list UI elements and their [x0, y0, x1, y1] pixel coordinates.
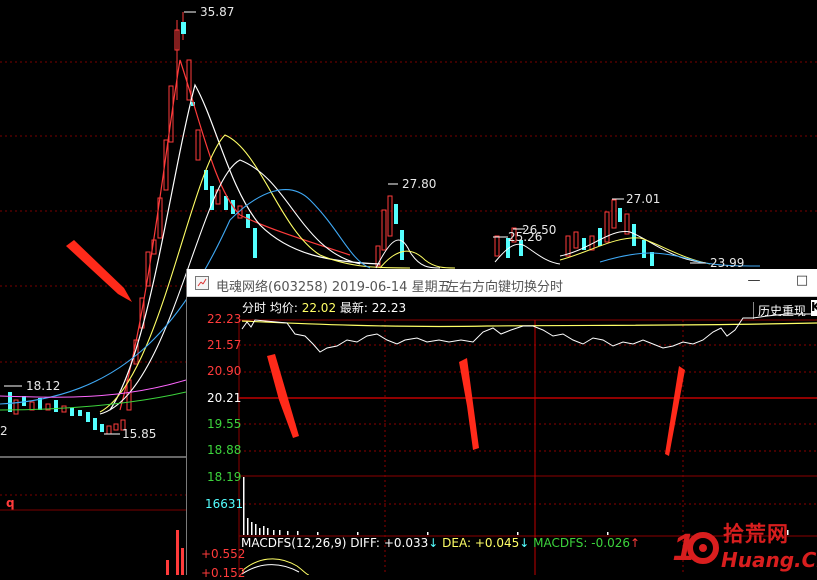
price-axis-3: 20.90 — [207, 364, 242, 378]
ma-right-white — [559, 231, 701, 263]
arrow-main-chart — [66, 240, 132, 302]
volume-axis: 16631 — [205, 497, 244, 511]
label-peak2: 27.80 — [402, 177, 437, 191]
price-axis-5: 19.55 — [207, 417, 242, 431]
popup-titlebar[interactable]: 电魂网络(603258) 2019-06-14 星期五 左右方向键切换分时 — … — [187, 269, 817, 297]
down-arrow-icon: ↓ — [519, 536, 530, 550]
minimize-button[interactable]: — — [743, 273, 765, 291]
macd-curve — [241, 558, 310, 575]
stock-chart-screen: 35.87 27.80 26.50 25.26 27.01 23.99 18.1… — [0, 0, 817, 579]
price-axis-4: 20.21 — [207, 391, 242, 405]
sub-panel-tag: q — [6, 496, 15, 510]
watermark-gear-icon: 1 — [673, 527, 719, 569]
watermark-logo: 1 拾荒网 Huang.CN — [673, 522, 817, 575]
price-axis-7: 18.19 — [207, 470, 242, 484]
macd-diff-label: DIFF: — [350, 536, 380, 550]
maximize-button[interactable]: □ — [791, 273, 813, 291]
label-high-peak: 35.87 — [200, 5, 235, 19]
macd-legend: MACDFS(12,26,9) DIFF: +0.033↓ DEA: +0.04… — [241, 537, 640, 549]
label-price-right: 23.99 — [710, 256, 745, 270]
volume-bars-left — [166, 530, 184, 575]
annotation-arrows — [66, 240, 132, 302]
macd-diff-value: +0.033 — [383, 536, 429, 550]
down-arrow-icon: ↓ — [428, 536, 439, 550]
label-left-cut: 2 — [0, 424, 8, 438]
macd-axis-bottom: +0.152 — [201, 566, 246, 580]
up-arrow-icon: ↑ — [629, 536, 641, 550]
watermark-cn: 拾荒网 — [723, 522, 789, 546]
label-peak3b: 25.26 — [508, 230, 543, 244]
macd-dea-value: +0.045 — [474, 536, 520, 550]
stock-window-icon — [195, 276, 209, 290]
macd-name: MACDFS(12,26,9) — [241, 536, 347, 550]
macd-curve-2 — [241, 564, 300, 575]
macd-axis-top: +0.552 — [201, 547, 246, 561]
popup-title: 电魂网络(603258) 2019-06-14 星期五 — [216, 280, 451, 295]
macd-macdfs-label: MACDFS: — [533, 536, 588, 550]
watermark-en: Huang.CN — [721, 548, 817, 572]
label-price-left: 18.12 — [26, 379, 61, 393]
macd-macdfs-value: -0.026 — [591, 536, 630, 550]
ma-small-white — [494, 243, 561, 265]
macd-dea-label: DEA: — [442, 536, 471, 550]
price-axis-2: 21.57 — [207, 338, 242, 352]
intraday-annotation-arrows — [267, 354, 685, 456]
price-axis-6: 18.88 — [207, 443, 242, 457]
popup-hint: 左右方向键切换分时 — [446, 280, 564, 295]
price-axis-1: 22.23 — [207, 312, 242, 326]
label-peak4: 27.01 — [626, 192, 661, 206]
ma-mid-yellow — [379, 250, 456, 269]
candles-decline — [181, 22, 257, 258]
label-low: 15.85 — [122, 427, 157, 441]
